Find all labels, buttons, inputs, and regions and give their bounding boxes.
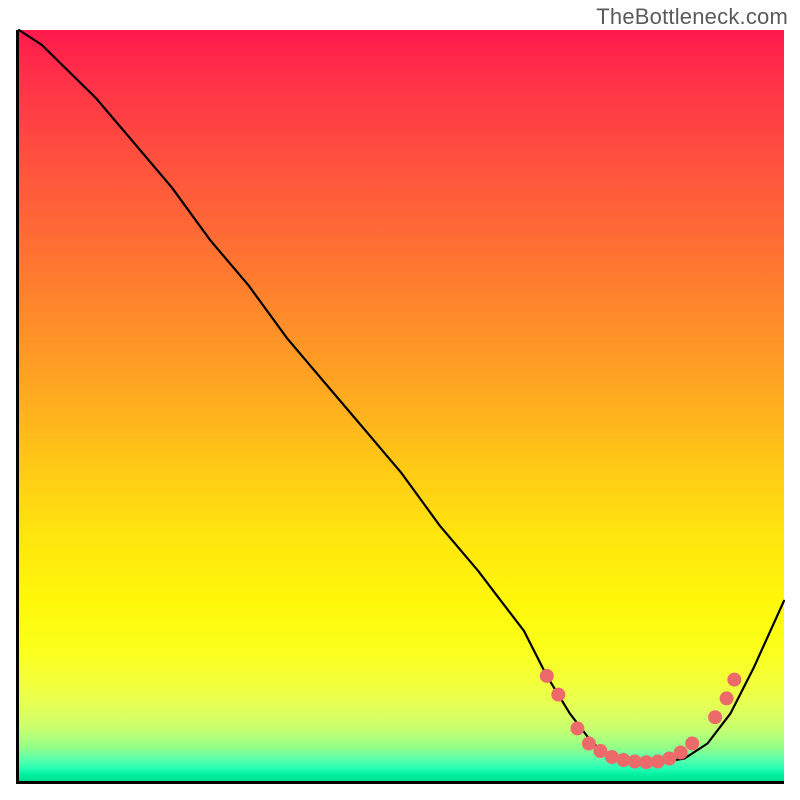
marker-dot	[540, 669, 554, 683]
bottleneck-curve	[19, 30, 784, 762]
valley-markers	[540, 669, 742, 769]
marker-dot	[685, 737, 699, 751]
marker-dot	[674, 746, 688, 760]
marker-dot	[720, 691, 734, 705]
marker-dot	[551, 688, 565, 702]
marker-dot	[582, 737, 596, 751]
plot-area	[16, 30, 784, 784]
curve-svg	[19, 30, 784, 781]
chart-frame: TheBottleneck.com	[0, 0, 800, 800]
watermark-text: TheBottleneck.com	[596, 4, 788, 30]
marker-dot	[570, 721, 584, 735]
marker-dot	[708, 710, 722, 724]
marker-dot	[727, 673, 741, 687]
